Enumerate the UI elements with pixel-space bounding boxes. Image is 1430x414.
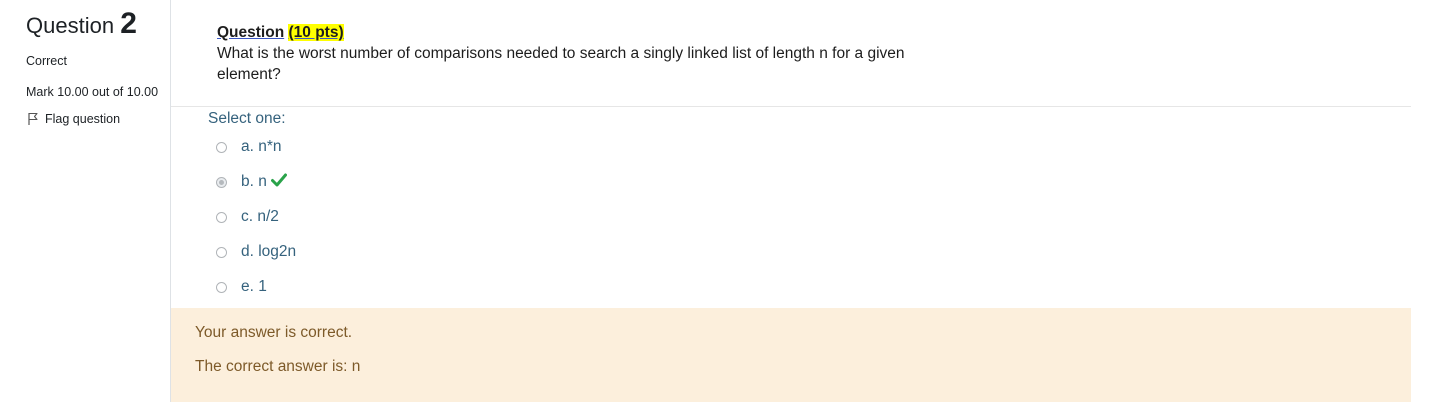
answer-option-a[interactable]: a. n*n <box>208 138 296 173</box>
radio-button[interactable] <box>216 142 227 153</box>
question-heading: Question (10 pts) <box>217 22 947 43</box>
divider <box>171 106 1411 107</box>
answer-option-b[interactable]: b. n <box>208 173 296 208</box>
question-info: Question 2 Correct Mark 10.00 out of 10.… <box>26 6 161 126</box>
question-state: Correct <box>26 54 67 68</box>
question-text-block: Question (10 pts) What is the worst numb… <box>217 22 947 85</box>
feedback-result: Your answer is correct. <box>195 324 353 341</box>
answer-option-label: b. n <box>241 173 267 190</box>
flag-question-link[interactable]: Flag question <box>26 112 161 126</box>
flag-outline-icon <box>26 112 40 126</box>
radio-button[interactable] <box>216 212 227 223</box>
question-content: Question (10 pts) What is the worst numb… <box>170 0 1411 402</box>
answer-option-label: c. n/2 <box>241 208 279 225</box>
quiz-question-page: Question 2 Correct Mark 10.00 out of 10.… <box>0 0 1430 414</box>
answer-option-label: d. log2n <box>241 243 297 260</box>
question-points: (10 pts) <box>288 24 344 41</box>
question-grade: Mark 10.00 out of 10.00 <box>26 85 159 99</box>
answer-option-label: e. 1 <box>241 278 267 295</box>
question-text: What is the worst number of comparisons … <box>217 45 905 83</box>
radio-button[interactable] <box>216 282 227 293</box>
radio-button-selected[interactable] <box>216 177 227 188</box>
check-icon <box>270 173 287 187</box>
question-heading-word: Question <box>217 24 285 41</box>
question-number: 2 <box>120 7 137 40</box>
answer-option-label: a. n*n <box>241 138 282 155</box>
select-one-prompt: Select one: <box>208 110 286 127</box>
answer-option-d[interactable]: d. log2n <box>208 243 296 278</box>
flag-question-label: Flag question <box>45 112 121 126</box>
feedback-box: Your answer is correct. The correct answ… <box>171 308 1411 402</box>
answer-options: a. n*n b. n c. n/2 d. log2n e. 1 <box>208 138 296 313</box>
question-word: Question <box>26 13 115 38</box>
feedback-correct-answer: The correct answer is: n <box>195 358 361 375</box>
radio-button[interactable] <box>216 247 227 258</box>
answer-area: Select one: a. n*n b. n c. n/2 d. log2n … <box>208 110 296 313</box>
question-number-heading: Question 2 <box>26 6 161 44</box>
answer-option-c[interactable]: c. n/2 <box>208 208 296 243</box>
